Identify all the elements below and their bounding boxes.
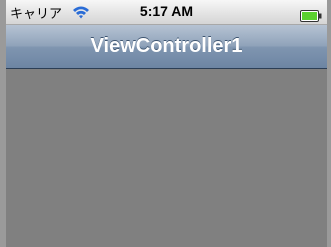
navigation-bar: ViewController1	[6, 25, 327, 69]
status-time: 5:17 AM	[139, 3, 194, 19]
battery-icon	[300, 7, 322, 22]
status-bar: キャリア 5:17 AM	[6, 0, 327, 25]
nav-title: ViewController1	[90, 35, 243, 57]
device-screen: キャリア 5:17 AM ViewController1	[6, 0, 327, 247]
simulator-frame: キャリア 5:17 AM ViewController1	[0, 0, 331, 247]
content-view[interactable]	[6, 69, 327, 247]
